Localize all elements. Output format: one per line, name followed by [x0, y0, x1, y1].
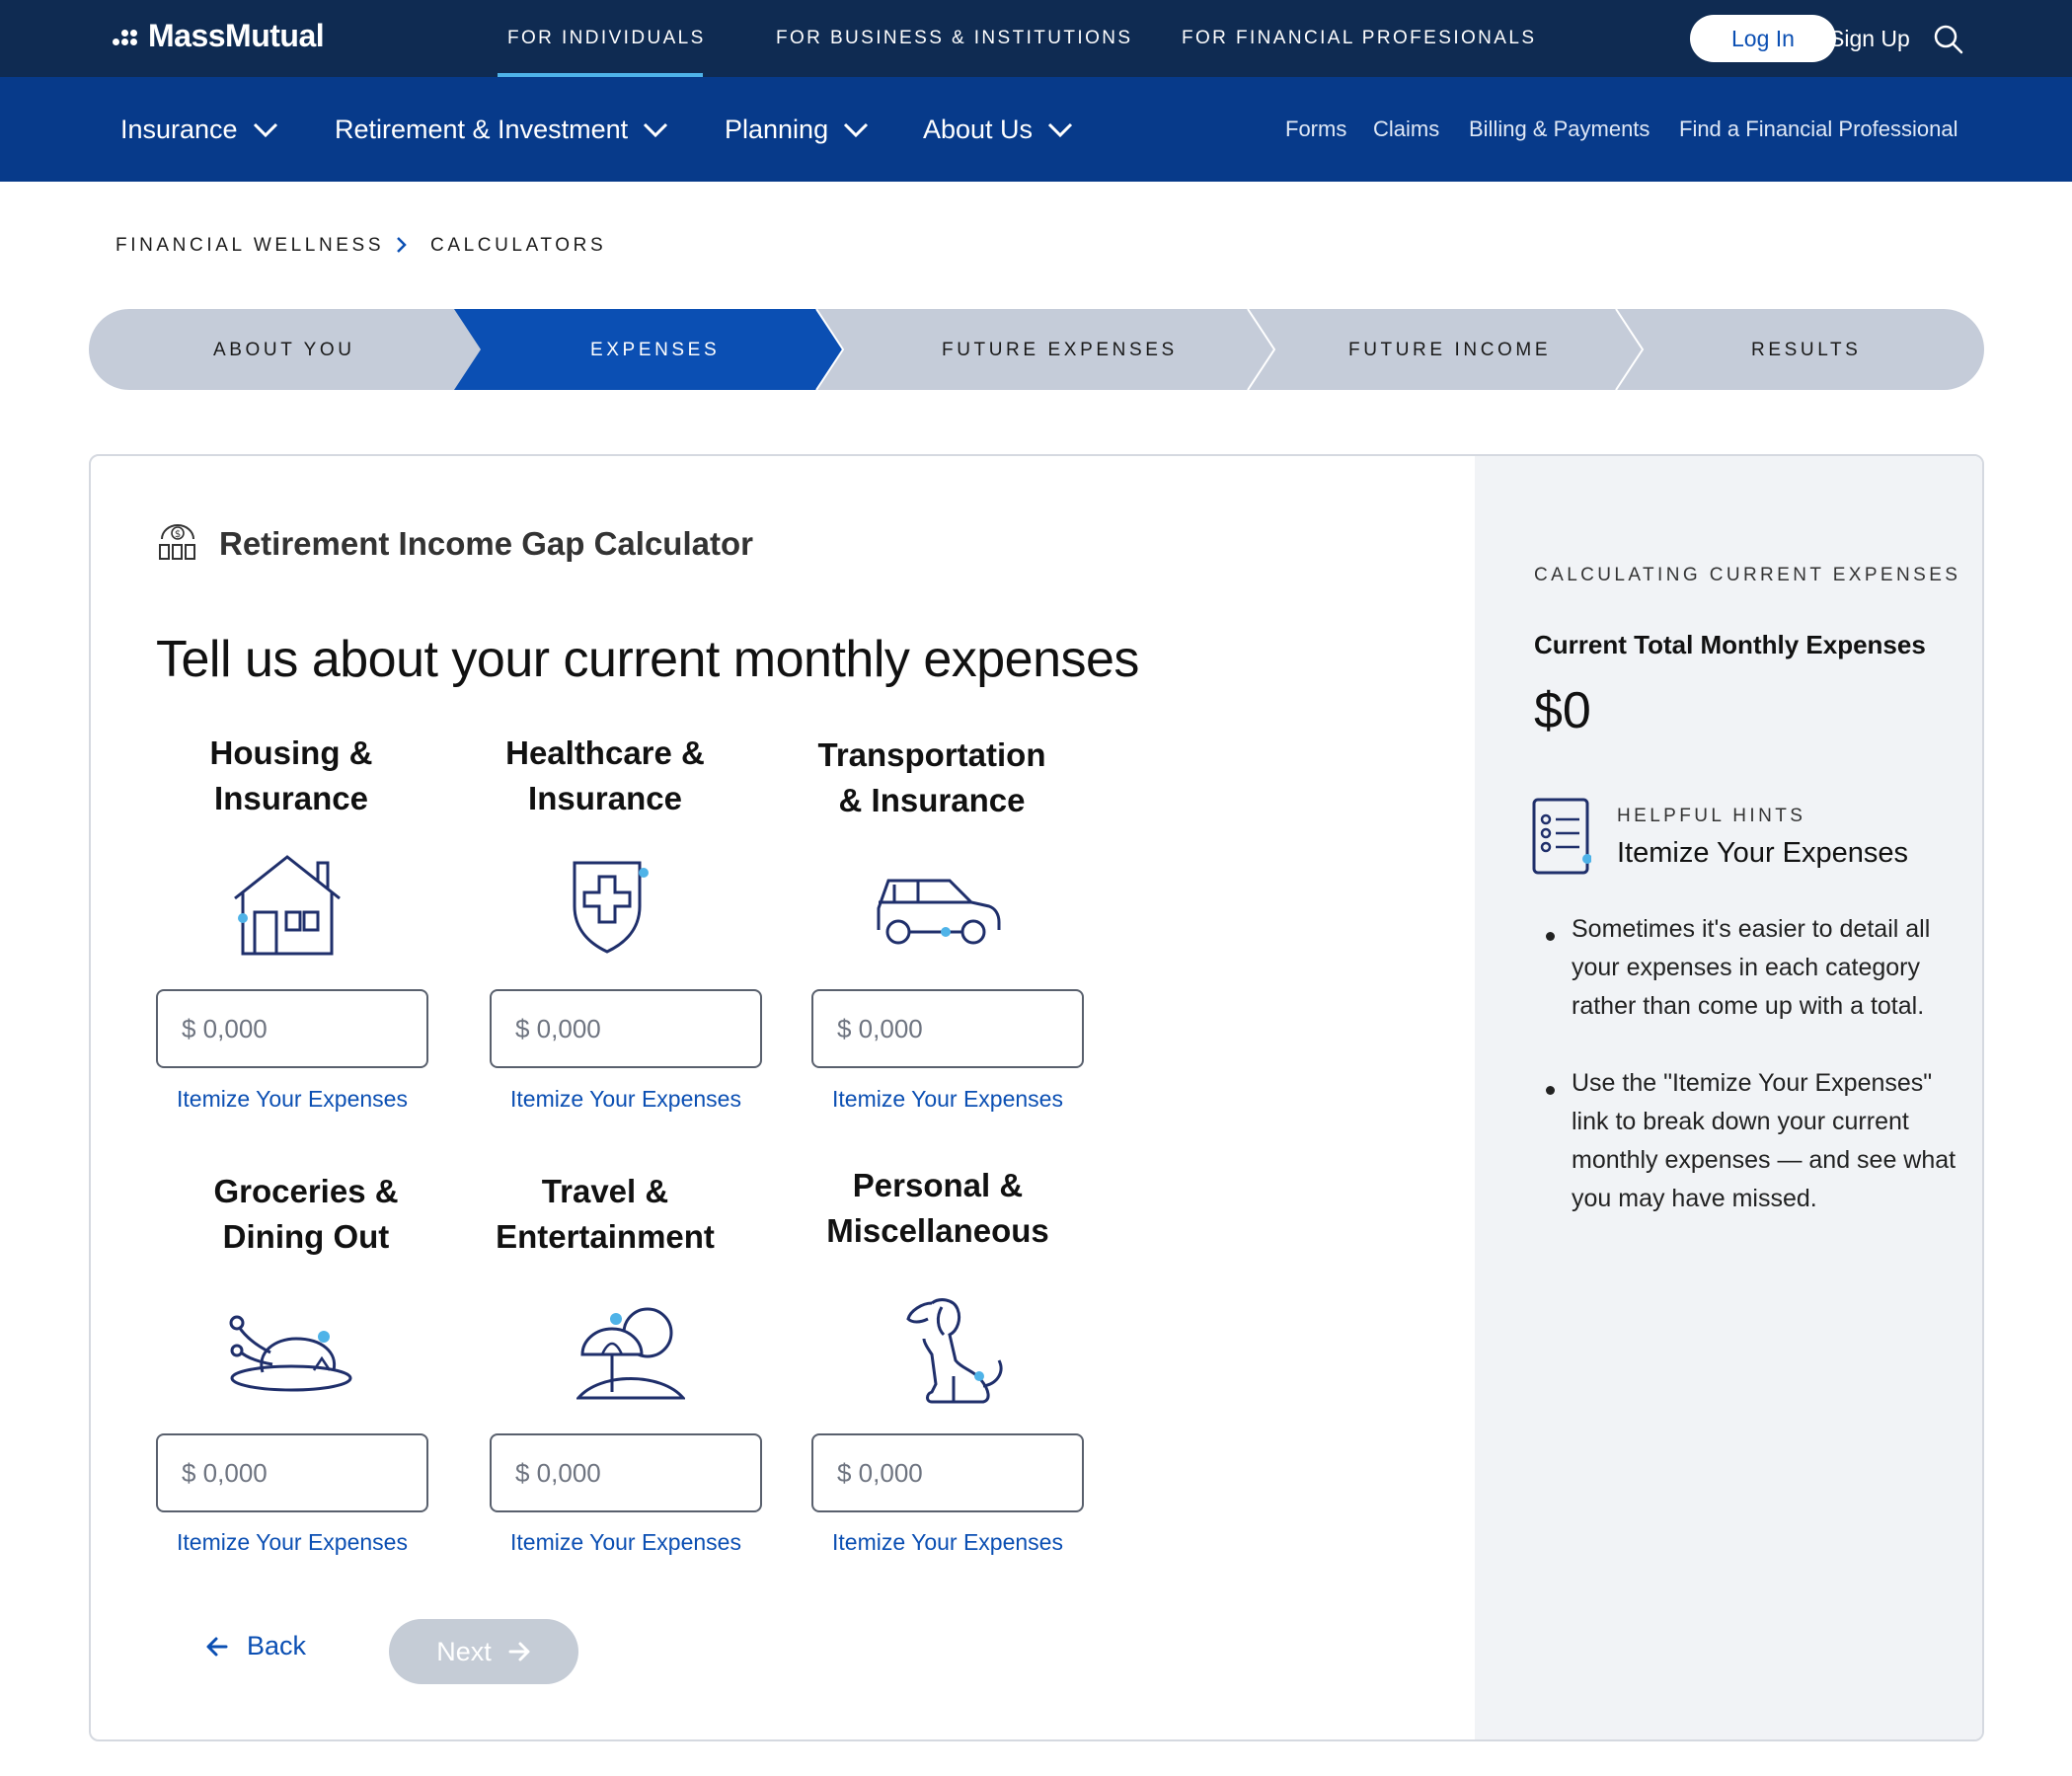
audience-business[interactable]: FOR BUSINESS & INSTITUTIONS: [776, 28, 1132, 49]
healthcare-amount-input[interactable]: $ 0,000: [490, 989, 762, 1068]
nav-planning-label: Planning: [725, 115, 829, 144]
progress-stepper: ABOUT YOU EXPENSES FUTURE EXPENSES FUTUR…: [89, 309, 1984, 390]
expense-summary-panel: CALCULATING CURRENT EXPENSES Current Tot…: [1475, 456, 1982, 1739]
itemize-personal-link[interactable]: Itemize Your Expenses: [811, 1529, 1084, 1556]
hint-item-1: Sometimes it's easier to detail all your…: [1572, 915, 1931, 1020]
page-heading: Tell us about your current monthly expen…: [156, 631, 1139, 688]
hint-bullet: [1546, 1086, 1555, 1095]
housing-amount-input[interactable]: $ 0,000: [156, 989, 428, 1068]
step-about-you[interactable]: ABOUT YOU: [213, 340, 355, 361]
hint-kicker: HELPFUL HINTS: [1617, 806, 1806, 826]
itemize-housing-link[interactable]: Itemize Your Expenses: [156, 1086, 428, 1113]
arrow-right-icon: [508, 1642, 530, 1661]
step-future-income[interactable]: FUTURE INCOME: [1348, 340, 1551, 361]
itemize-travel-link[interactable]: Itemize Your Expenses: [490, 1529, 762, 1556]
calculator-title: Retirement Income Gap Calculator: [219, 525, 753, 562]
itemize-groceries-link[interactable]: Itemize Your Expenses: [156, 1529, 428, 1556]
hint-item-2: Use the "Itemize Your Expenses" link to …: [1572, 1069, 1957, 1212]
top-bar: MassMutual FOR INDIVIDUALS FOR BUSINESS …: [0, 0, 2072, 77]
bank-calculator-icon: $: [159, 524, 195, 560]
total-value: $0: [1534, 682, 1591, 739]
checklist-icon: [1532, 798, 1591, 875]
hint-bullet: [1546, 932, 1555, 941]
search-icon[interactable]: [1933, 24, 1964, 55]
massmutual-logo[interactable]: MassMutual: [113, 18, 325, 54]
category-title-travel: Travel & Entertainment: [496, 1173, 715, 1255]
audience-individuals[interactable]: FOR INDIVIDUALS: [507, 28, 706, 49]
nav-planning[interactable]: Planning: [725, 115, 870, 145]
category-title-groceries: Groceries & Dining Out: [213, 1173, 399, 1255]
util-claims[interactable]: Claims: [1373, 116, 1439, 142]
chevron-down-icon: [253, 122, 277, 137]
itemize-transportation-link[interactable]: Itemize Your Expenses: [811, 1086, 1084, 1113]
step-future-expenses[interactable]: FUTURE EXPENSES: [942, 340, 1178, 361]
logo-dots-icon: [113, 25, 144, 48]
nav-insurance-label: Insurance: [120, 115, 238, 144]
nav-retirement[interactable]: Retirement & Investment: [335, 115, 669, 145]
back-label: Back: [247, 1631, 307, 1660]
transportation-amount-input[interactable]: $ 0,000: [811, 989, 1084, 1068]
signup-link[interactable]: Sign Up: [1829, 26, 1910, 52]
step-results[interactable]: RESULTS: [1751, 340, 1861, 361]
audience-professionals[interactable]: FOR FINANCIAL PROFESIONALS: [1182, 28, 1536, 49]
house-icon: [234, 855, 341, 956]
back-button[interactable]: Back: [205, 1631, 306, 1661]
arrow-left-icon: [206, 1637, 228, 1656]
chevron-right-icon: [397, 237, 407, 253]
dog-icon: [906, 1298, 1003, 1404]
medical-shield-icon: [573, 861, 649, 954]
login-button[interactable]: Log In: [1690, 15, 1836, 62]
summary-kicker: CALCULATING CURRENT EXPENSES: [1534, 565, 1961, 585]
util-billing[interactable]: Billing & Payments: [1469, 116, 1650, 142]
logo-text: MassMutual: [148, 18, 325, 53]
groceries-amount-input[interactable]: $ 0,000: [156, 1433, 428, 1512]
chevron-down-icon: [1048, 122, 1073, 137]
nav-insurance[interactable]: Insurance: [120, 115, 279, 145]
breadcrumb-financial-wellness[interactable]: FINANCIAL WELLNESS: [115, 235, 384, 257]
total-label: Current Total Monthly Expenses: [1534, 630, 1926, 659]
beach-umbrella-icon: [576, 1307, 685, 1400]
category-title-housing: Housing & Insurance: [209, 734, 373, 816]
car-icon: [877, 879, 1001, 945]
roast-turkey-icon: [229, 1315, 352, 1392]
personal-amount-input[interactable]: $ 0,000: [811, 1433, 1084, 1512]
nav-retirement-label: Retirement & Investment: [335, 115, 629, 144]
nav-about-us-label: About Us: [923, 115, 1034, 144]
svg-text:$: $: [175, 529, 181, 540]
calculator-card: $ Retirement Income Gap Calculator Tell …: [89, 454, 1984, 1741]
util-forms[interactable]: Forms: [1285, 116, 1346, 142]
category-title-healthcare: Healthcare & Insurance: [505, 734, 705, 816]
breadcrumb-calculators[interactable]: CALCULATORS: [430, 235, 606, 257]
chevron-down-icon: [844, 122, 869, 137]
chevron-down-icon: [644, 122, 668, 137]
step-expenses[interactable]: EXPENSES: [590, 340, 720, 361]
main-nav: Insurance Retirement & Investment Planni…: [0, 77, 2072, 182]
travel-amount-input[interactable]: $ 0,000: [490, 1433, 762, 1512]
hint-title: Itemize Your Expenses: [1617, 837, 1909, 869]
next-label: Next: [436, 1636, 492, 1666]
category-title-personal: Personal & Miscellaneous: [826, 1167, 1049, 1249]
nav-about-us[interactable]: About Us: [923, 115, 1074, 145]
next-button[interactable]: Next: [389, 1619, 578, 1684]
util-find-professional[interactable]: Find a Financial Professional: [1679, 116, 1957, 142]
itemize-healthcare-link[interactable]: Itemize Your Expenses: [490, 1086, 762, 1113]
category-title-transportation: Transportation & Insurance: [817, 736, 1046, 818]
